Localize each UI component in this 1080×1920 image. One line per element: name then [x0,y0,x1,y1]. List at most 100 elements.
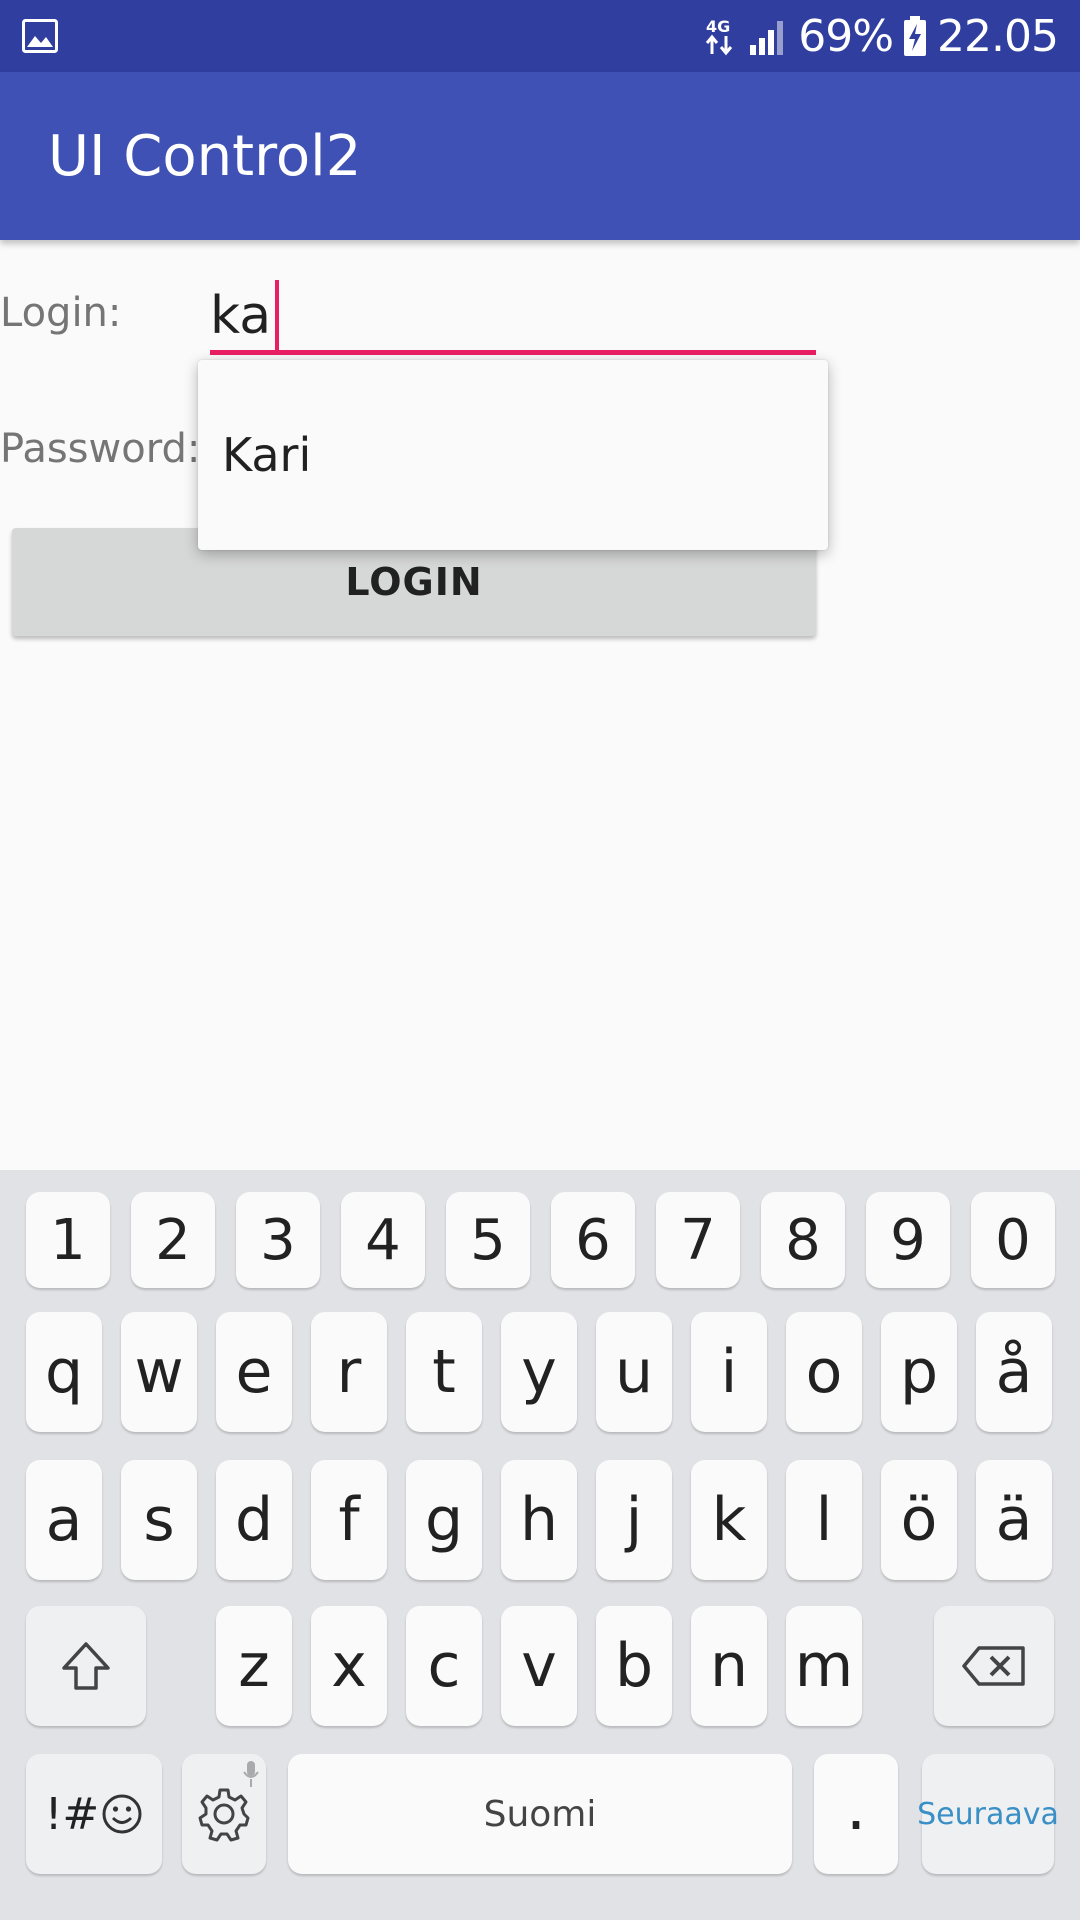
key-label: r [336,1337,362,1407]
key-label: j [625,1485,643,1555]
app-bar: UI Control2 [0,72,1080,240]
login-input-value: ka [210,280,280,352]
password-label: Password: [0,426,201,472]
autocomplete-dropdown: Kari [198,360,828,550]
signal-icon [750,21,784,55]
app-title: UI Control2 [48,124,362,189]
space-key[interactable]: Suomi [288,1754,792,1874]
key-label: 1 [50,1207,86,1273]
key-5[interactable]: 5 [446,1192,530,1288]
key-s[interactable]: s [121,1460,197,1580]
key-d[interactable]: d [216,1460,292,1580]
login-input-text: ka [210,286,272,346]
battery-charging-icon [904,16,927,56]
key-6[interactable]: 6 [551,1192,635,1288]
key-z[interactable]: z [216,1606,292,1726]
mic-icon [243,1761,259,1787]
key-label: å [995,1337,1033,1407]
key-label: i [720,1337,738,1407]
key-o[interactable]: o [786,1312,862,1432]
key-å[interactable]: å [976,1312,1052,1432]
key-e[interactable]: e [216,1312,292,1432]
key-label: q [44,1337,84,1407]
key-h[interactable]: h [501,1460,577,1580]
gallery-icon [22,19,58,53]
key-r[interactable]: r [311,1312,387,1432]
key-label: v [521,1631,557,1701]
key-q[interactable]: q [26,1312,102,1432]
key-8[interactable]: 8 [761,1192,845,1288]
key-label: 0 [995,1207,1031,1273]
key-t[interactable]: t [406,1312,482,1432]
key-v[interactable]: v [501,1606,577,1726]
key-label: z [238,1631,270,1701]
key-label: 3 [260,1207,296,1273]
key-n[interactable]: n [691,1606,767,1726]
key-label: d [234,1485,274,1555]
key-label: n [709,1631,749,1701]
login-button-label: LOGIN [345,560,483,604]
key-i[interactable]: i [691,1312,767,1432]
space-key-label: Suomi [483,1793,597,1835]
key-2[interactable]: 2 [131,1192,215,1288]
key-label: u [614,1337,654,1407]
key-label: b [614,1631,654,1701]
key-ä[interactable]: ä [976,1460,1052,1580]
backspace-icon [962,1646,1025,1686]
key-label: 2 [155,1207,191,1273]
key-g[interactable]: g [406,1460,482,1580]
gear-icon [198,1788,250,1842]
key-b[interactable]: b [596,1606,672,1726]
autocomplete-suggestion[interactable]: Kari [222,428,311,482]
key-c[interactable]: c [406,1606,482,1726]
key-ö[interactable]: ö [881,1460,957,1580]
key-label: 5 [470,1207,506,1273]
key-k[interactable]: k [691,1460,767,1580]
key-3[interactable]: 3 [236,1192,320,1288]
period-key-label: . [845,1771,867,1845]
status-bar: 4G 69% 22.05 [0,0,1080,72]
svg-text:4G: 4G [706,17,730,36]
shift-icon [62,1642,110,1690]
next-key[interactable]: Seuraava [917,1754,1059,1874]
backspace-key[interactable] [934,1606,1054,1726]
key-x[interactable]: x [311,1606,387,1726]
key-w[interactable]: w [121,1312,197,1432]
key-j[interactable]: j [596,1460,672,1580]
key-u[interactable]: u [596,1312,672,1432]
login-input[interactable]: ka [210,262,816,356]
key-7[interactable]: 7 [656,1192,740,1288]
key-0[interactable]: 0 [971,1192,1055,1288]
key-label: 4 [365,1207,401,1273]
key-label: 7 [680,1207,716,1273]
key-1[interactable]: 1 [26,1192,110,1288]
period-key[interactable]: . [814,1754,898,1874]
key-label: t [432,1337,456,1407]
key-m[interactable]: m [786,1606,862,1726]
key-label: o [805,1337,843,1407]
login-label: Login: [0,290,122,336]
key-label: a [45,1485,83,1555]
key-y[interactable]: y [501,1312,577,1432]
key-label: h [519,1485,559,1555]
key-label: ö [900,1485,938,1555]
keyboard: !# Suomi . Seuraava 1 2 3 4 5 6 7 8 9 0 qwertyuiop… [0,1170,1080,1920]
settings-key[interactable] [182,1754,266,1874]
key-label: 9 [890,1207,926,1273]
key-f[interactable]: f [311,1460,387,1580]
key-label: y [521,1337,557,1407]
key-a[interactable]: a [26,1460,102,1580]
key-label: g [424,1485,464,1555]
key-label: m [794,1631,854,1701]
key-label: w [134,1337,184,1407]
key-9[interactable]: 9 [866,1192,950,1288]
next-key-label: Seuraava [917,1796,1059,1832]
key-l[interactable]: l [786,1460,862,1580]
key-label: x [331,1631,367,1701]
key-4[interactable]: 4 [341,1192,425,1288]
key-label: l [815,1485,833,1555]
login-input-underline [210,350,816,355]
shift-key[interactable] [26,1606,146,1726]
key-p[interactable]: p [881,1312,957,1432]
symbols-key[interactable]: !# [26,1754,162,1874]
